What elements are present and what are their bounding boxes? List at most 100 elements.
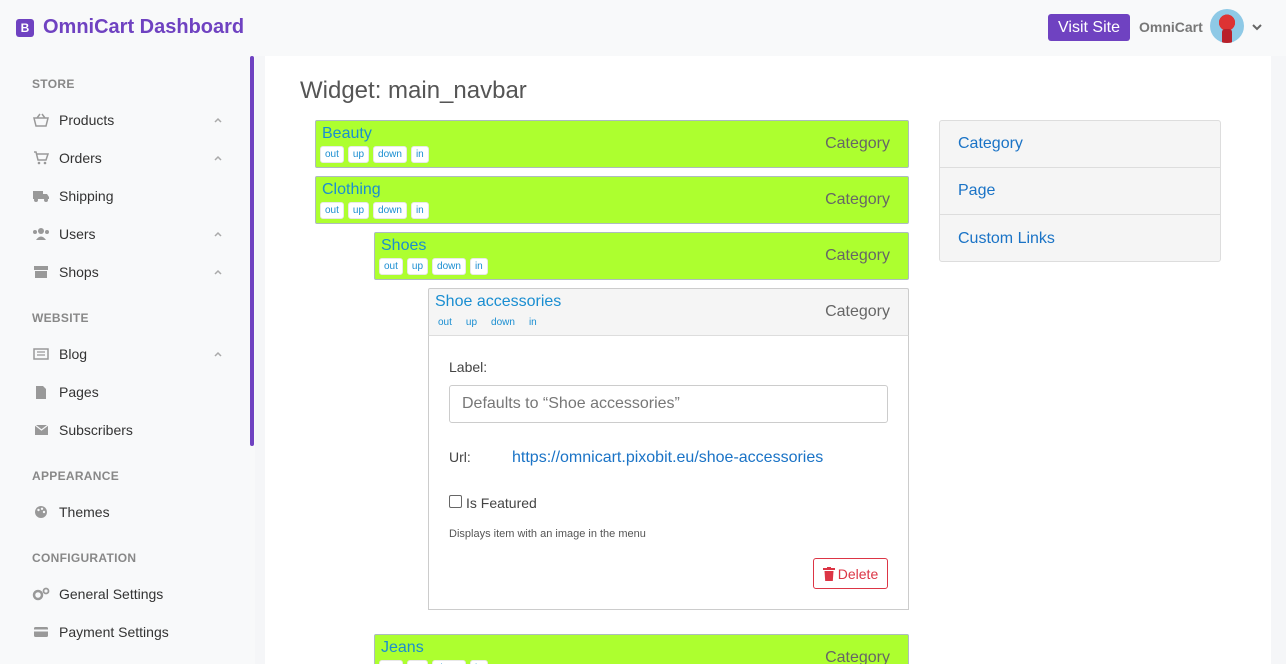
help-text: Displays item with an image in the menu [449, 528, 646, 540]
node-title[interactable]: Clothing [322, 181, 381, 199]
move-out-button[interactable]: out [320, 146, 344, 163]
move-down-button[interactable]: down [432, 660, 466, 664]
add-page-item[interactable]: Page [940, 168, 1220, 215]
move-up-button[interactable]: up [347, 146, 370, 163]
move-up-button[interactable]: up [460, 314, 483, 331]
sidebar-scrollbar[interactable] [250, 56, 254, 446]
move-down-button[interactable]: down [373, 146, 407, 163]
sidebar-item-shops[interactable]: Shops [32, 257, 232, 287]
sidebar-item-themes[interactable]: Themes [32, 497, 232, 527]
sidebar-item-blog[interactable]: Blog [32, 339, 232, 369]
add-category-item[interactable]: Category [940, 121, 1220, 168]
sidebar-item-shipping[interactable]: Shipping [32, 181, 232, 211]
node-type: Category [825, 649, 890, 664]
node-title[interactable]: Beauty [322, 125, 372, 143]
menu-node-shoe-accessories[interactable]: Shoe accessories Category out up down in [428, 288, 909, 336]
envelope-icon [32, 422, 50, 438]
menu-node-shoes[interactable]: Shoes Category out up down in [374, 232, 909, 280]
section-configuration: CONFIGURATION [32, 551, 137, 565]
chevron-up-icon[interactable] [212, 266, 224, 278]
move-up-button[interactable]: up [347, 202, 370, 219]
sidebar-item-payment-settings[interactable]: Payment Settings [32, 617, 232, 647]
top-bar: B OmniCart Dashboard Visit Site OmniCart [0, 0, 1286, 56]
section-store: STORE [32, 77, 75, 91]
brand[interactable]: B OmniCart Dashboard [16, 16, 244, 39]
sidebar-item-label: Users [59, 226, 96, 242]
file-icon [32, 384, 50, 400]
sidebar-item-label: General Settings [59, 586, 164, 602]
brand-logo-icon: B [16, 18, 34, 37]
is-featured-checkbox[interactable] [449, 495, 462, 508]
users-icon [32, 226, 50, 242]
label-caption: Label: [449, 359, 488, 375]
add-custom-links-item[interactable]: Custom Links [940, 215, 1220, 262]
chevron-down-icon[interactable] [1250, 20, 1264, 34]
url-caption: Url: [449, 449, 471, 465]
sidebar-item-label: Orders [59, 150, 102, 166]
move-in-button[interactable]: in [523, 314, 542, 331]
url-link[interactable]: https://omnicart.pixobit.eu/shoe-accesso… [512, 449, 823, 467]
section-appearance: APPEARANCE [32, 469, 120, 483]
sidebar-item-label: Shops [59, 264, 99, 280]
trash-icon [822, 566, 835, 581]
sidebar-item-pages[interactable]: Pages [32, 377, 232, 407]
sidebar-item-general-settings[interactable]: General Settings [32, 579, 232, 609]
sidebar-item-products[interactable]: Products [32, 105, 232, 135]
sidebar-item-label: Blog [59, 346, 88, 362]
cogs-icon [32, 586, 50, 602]
move-out-button[interactable]: out [433, 314, 457, 331]
chevron-up-icon[interactable] [212, 348, 224, 360]
menu-node-clothing[interactable]: Clothing Category out up down in [315, 176, 909, 224]
move-in-button[interactable]: in [469, 660, 488, 664]
node-title[interactable]: Shoe accessories [435, 293, 561, 311]
menu-node-jeans[interactable]: Jeans Category out up down in [374, 634, 909, 664]
node-actions: out up down in [379, 660, 492, 664]
move-up-button[interactable]: up [406, 660, 429, 664]
newspaper-icon [32, 346, 50, 362]
store-icon [32, 264, 50, 280]
chevron-up-icon[interactable] [212, 114, 224, 126]
move-down-button[interactable]: down [486, 314, 520, 331]
node-type: Category [825, 247, 890, 264]
truck-icon [32, 188, 50, 204]
node-actions: out up down in [320, 202, 433, 219]
node-actions: out up down in [379, 258, 492, 275]
sidebar-item-label: Themes [59, 504, 110, 520]
node-title[interactable]: Shoes [381, 237, 426, 255]
basket-icon [32, 112, 50, 128]
chevron-up-icon[interactable] [212, 228, 224, 240]
is-featured-label[interactable]: Is Featured [466, 495, 537, 511]
move-in-button[interactable]: in [410, 202, 429, 219]
node-type: Category [825, 135, 890, 152]
move-down-button[interactable]: down [432, 258, 466, 275]
node-actions: out up down in [320, 146, 433, 163]
section-website: WEBSITE [32, 311, 89, 325]
sidebar-item-label: Subscribers [59, 422, 133, 438]
move-down-button[interactable]: down [373, 202, 407, 219]
cart-icon [32, 150, 50, 166]
move-out-button[interactable]: out [379, 660, 403, 664]
sidebar-item-orders[interactable]: Orders [32, 143, 232, 173]
brand-title: OmniCart Dashboard [43, 16, 245, 38]
move-in-button[interactable]: in [469, 258, 488, 275]
move-in-button[interactable]: in [410, 146, 429, 163]
user-name[interactable]: OmniCart [1139, 19, 1203, 35]
add-item-panel: Category Page Custom Links [939, 120, 1221, 262]
visit-site-button[interactable]: Visit Site [1048, 14, 1130, 41]
node-title[interactable]: Jeans [381, 639, 424, 657]
chevron-up-icon[interactable] [212, 152, 224, 164]
menu-node-beauty[interactable]: Beauty Category out up down in [315, 120, 909, 168]
node-type: Category [825, 303, 890, 320]
page-title: Widget: main_navbar [300, 77, 527, 104]
move-up-button[interactable]: up [406, 258, 429, 275]
move-out-button[interactable]: out [379, 258, 403, 275]
delete-button[interactable]: Delete [813, 558, 888, 589]
delete-label: Delete [837, 565, 879, 582]
palette-icon [32, 504, 50, 520]
sidebar-item-users[interactable]: Users [32, 219, 232, 249]
move-out-button[interactable]: out [320, 202, 344, 219]
credit-card-icon [32, 624, 50, 640]
sidebar-item-subscribers[interactable]: Subscribers [32, 415, 232, 445]
avatar[interactable] [1210, 9, 1244, 43]
label-input[interactable] [449, 385, 888, 423]
